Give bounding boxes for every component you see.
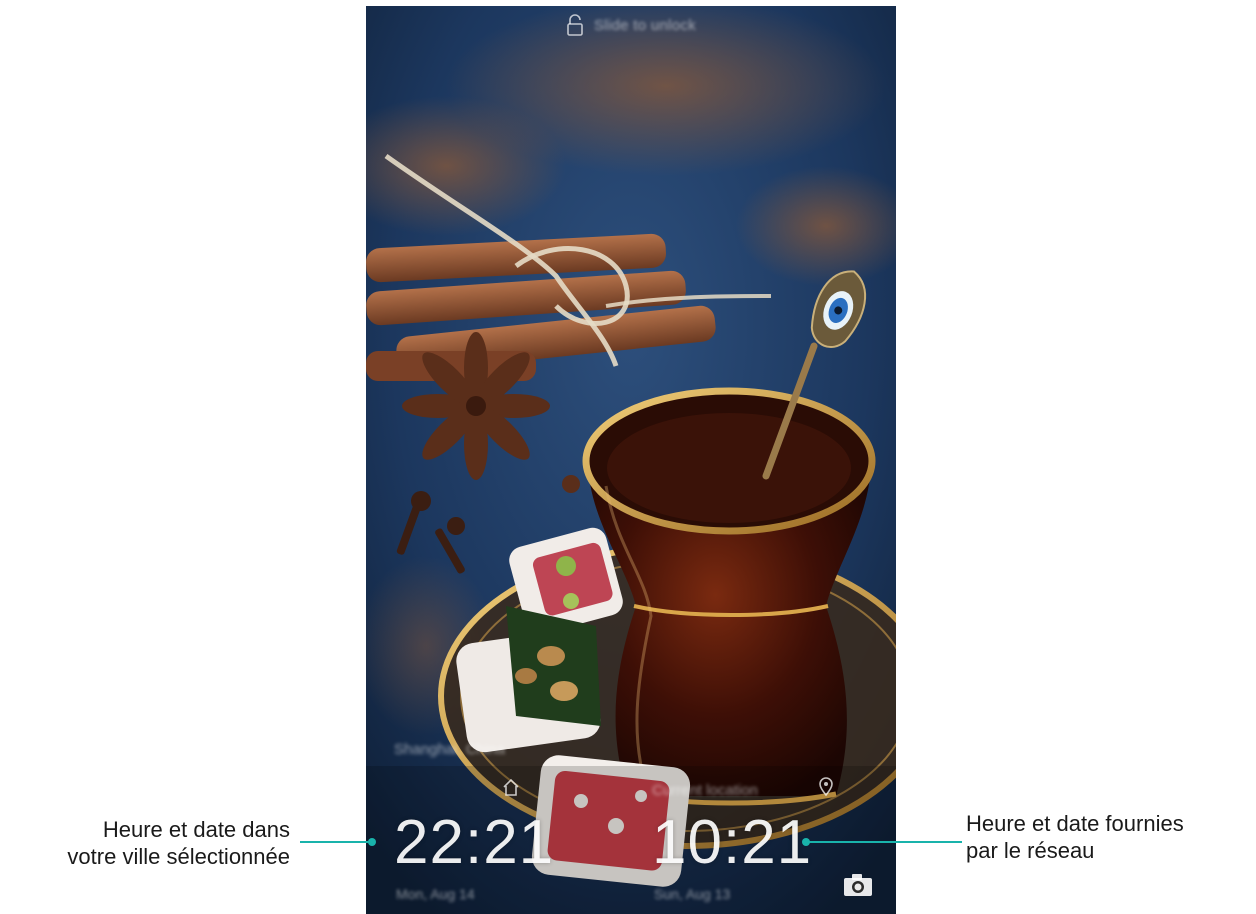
callout-network-time: Heure et date fournies par le réseau: [966, 810, 1184, 864]
left-clock-time: 22:21: [394, 808, 555, 877]
lock-icon: [567, 14, 583, 36]
left-clock-date: Mon, Aug 14: [396, 886, 475, 902]
callout-right-line1: Heure et date fournies: [966, 811, 1184, 836]
callout-selected-city: Heure et date dans votre ville sélection…: [67, 816, 290, 870]
callout-left-line1: Heure et date dans: [102, 817, 290, 842]
callout-left-dot: [368, 838, 376, 846]
right-clock-city: Current location: [652, 782, 758, 799]
unlock-hint[interactable]: Slide to unlock: [366, 14, 896, 36]
phone-lockscreen[interactable]: Slide to unlock Shanghai, China Current …: [366, 6, 896, 914]
left-clock-city: Shanghai, China: [394, 741, 505, 758]
right-clock-date: Sun, Aug 13: [654, 886, 731, 902]
callout-left-leader: [300, 841, 372, 843]
callout-left-line2: votre ville sélectionnée: [67, 844, 290, 869]
location-pin-icon: [819, 777, 833, 797]
callout-right-leader: [806, 841, 962, 843]
camera-icon[interactable]: [842, 872, 874, 898]
figure: Slide to unlock Shanghai, China Current …: [0, 0, 1256, 914]
callout-right-dot: [802, 838, 810, 846]
unlock-hint-text: Slide to unlock: [593, 16, 697, 34]
home-icon: [503, 778, 519, 796]
right-clock-time: 10:21: [652, 808, 813, 877]
callout-right-line2: par le réseau: [966, 838, 1095, 863]
